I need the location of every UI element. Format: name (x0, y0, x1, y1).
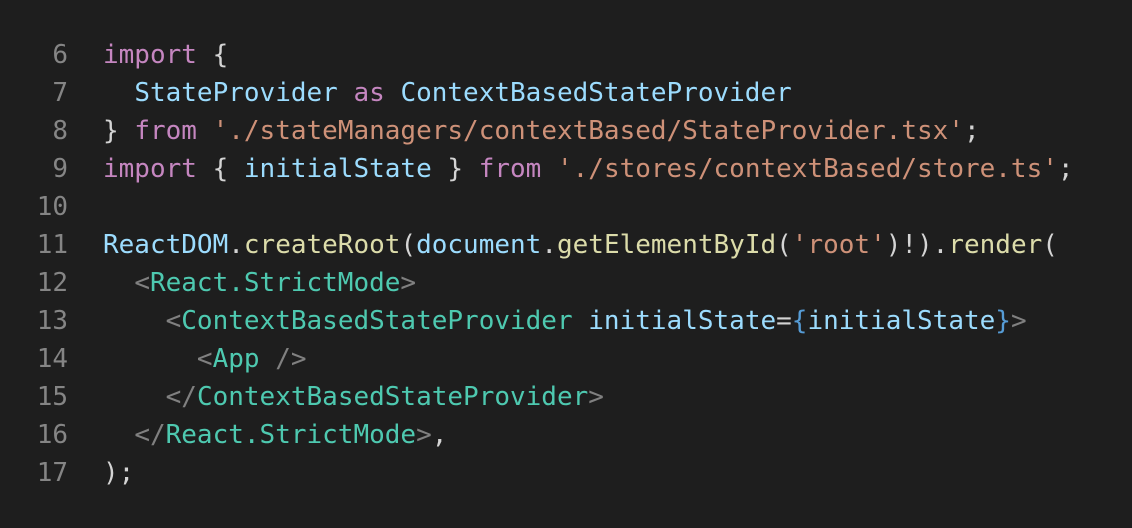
code-line[interactable]: 14 <App /> (0, 340, 1132, 378)
code-token: = (776, 306, 792, 336)
line-number: 7 (52, 78, 68, 108)
code-token: import (103, 40, 197, 70)
code-token: render (948, 230, 1043, 260)
code-token: > (400, 268, 417, 298)
code-lines[interactable]: 6 import {7 StateProvider as ContextBased… (0, 36, 1132, 492)
code-token: ReactDOM (103, 230, 229, 260)
line-number: 14 (36, 344, 68, 374)
code-token: ContextBasedStateProvider (181, 306, 573, 336)
code-token: initialState (807, 306, 996, 336)
code-token: React.StrictMode (149, 268, 401, 298)
line-number: 11 (36, 230, 68, 260)
code-token: </ (134, 420, 166, 450)
code-line[interactable]: 15 </ContextBasedStateProvider> (0, 378, 1132, 416)
line-code: ); (103, 454, 134, 492)
code-line[interactable]: 10 (0, 188, 1132, 226)
code-token: } (995, 306, 1011, 336)
code-line[interactable]: 12 <React.StrictMode> (0, 264, 1132, 302)
code-token: ( (400, 230, 417, 260)
code-line[interactable]: 6 import { (0, 36, 1132, 74)
code-token: > (1010, 306, 1027, 336)
code-token: ; (963, 116, 980, 146)
code-token: } (103, 116, 135, 146)
code-token: from (478, 154, 542, 184)
code-token: StateProvider (134, 78, 338, 108)
code-line[interactable]: 17); (0, 454, 1132, 492)
code-editor[interactable]: 6 import {7 StateProvider as ContextBased… (0, 0, 1132, 528)
code-token: { (196, 40, 229, 70)
code-token: > (588, 382, 604, 412)
code-token: . (228, 230, 244, 260)
code-line[interactable]: 9 import { initialState } from './stores/… (0, 150, 1132, 188)
code-token: ContextBasedStateProvider (196, 382, 589, 412)
code-token: { (791, 306, 808, 336)
code-line[interactable]: 16 </React.StrictMode>, (0, 416, 1132, 454)
line-number: 6 (52, 40, 68, 70)
code-token: initialState (243, 154, 432, 184)
code-token: getElementById (556, 230, 777, 260)
line-number: 12 (36, 268, 68, 298)
code-token: < (196, 344, 213, 374)
code-token: initialState (588, 306, 777, 336)
code-token: './stateManagers/contextBased/StateProvi… (212, 116, 964, 146)
code-token: ContextBasedStateProvider (400, 78, 792, 108)
code-token: from (134, 116, 197, 146)
code-token: /> (275, 344, 307, 374)
code-line[interactable]: 8} from './stateManagers/contextBased/St… (0, 112, 1132, 150)
code-token: App (212, 344, 260, 374)
code-token: ; (1057, 154, 1074, 184)
line-code: } from './stateManagers/contextBased/Sta… (103, 112, 980, 150)
code-line[interactable]: 13 <ContextBasedStateProvider initialSta… (0, 302, 1132, 340)
code-token: < (165, 306, 182, 336)
code-token: , (431, 420, 448, 450)
line-number: 16 (36, 420, 68, 450)
line-number: 9 (52, 154, 68, 184)
line-code: StateProvider as ContextBasedStateProvid… (103, 74, 792, 112)
line-number: 15 (36, 382, 68, 412)
code-token: createRoot (243, 230, 401, 260)
line-number: 10 (36, 192, 68, 222)
code-token: ); (103, 458, 135, 488)
line-code: <ContextBasedStateProvider initialState=… (103, 302, 1027, 340)
line-number: 8 (52, 116, 68, 146)
code-token: 'root' (791, 230, 886, 260)
line-number: 13 (36, 306, 68, 336)
code-line[interactable]: 11 ReactDOM.createRoot(document.getElemen… (0, 226, 1132, 264)
line-code: </React.StrictMode>, (103, 416, 447, 454)
line-number: 17 (36, 458, 68, 488)
line-code: <App /> (103, 340, 307, 378)
code-token: } (431, 154, 479, 184)
code-token: > (416, 420, 432, 450)
code-token: ( (776, 230, 792, 260)
code-token: . (541, 230, 557, 260)
code-token: './stores/contextBased/store.ts' (556, 154, 1058, 184)
code-token: import (103, 154, 197, 184)
code-token: as (353, 78, 385, 108)
code-token: React.StrictMode (165, 420, 417, 450)
code-token: )!). (885, 230, 949, 260)
code-line[interactable]: 7 StateProvider as ContextBasedStateProv… (0, 74, 1132, 112)
line-code: </ContextBasedStateProvider> (103, 378, 604, 416)
line-code: import { (103, 36, 228, 74)
code-token: ( (1042, 230, 1058, 260)
code-token: document (416, 230, 542, 260)
line-code: <React.StrictMode> (103, 264, 416, 302)
code-token: </ (165, 382, 197, 412)
code-token: { (196, 154, 244, 184)
line-code: import { initialState } from './stores/c… (103, 150, 1074, 188)
code-token: < (134, 268, 150, 298)
line-code: ReactDOM.createRoot(document.getElementB… (103, 226, 1058, 264)
